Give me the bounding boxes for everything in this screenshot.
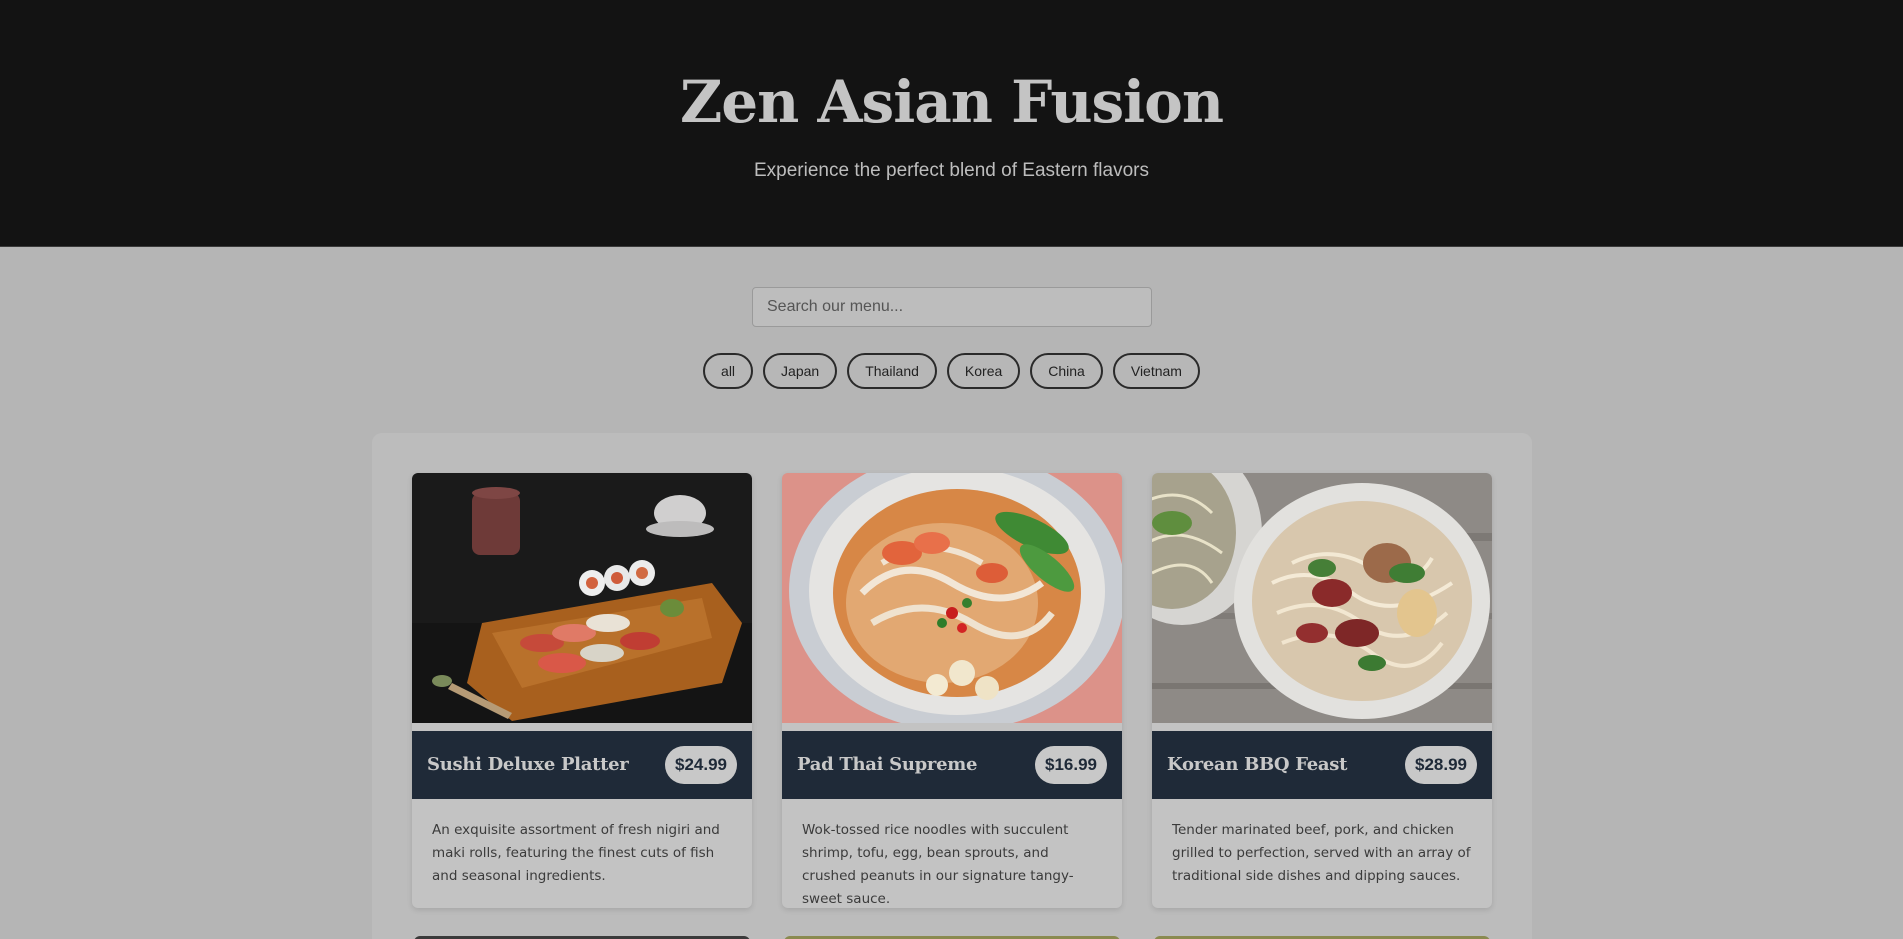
filter-all-button[interactable]: all [703,353,754,389]
filter-vietnam-button[interactable]: Vietnam [1112,353,1200,389]
restaurant-tagline: Experience the perfect blend of Eastern … [753,160,1149,181]
dish-description: Tender marinated beef, pork, and chicken… [1172,822,1471,884]
price-badge: $24.99 [665,746,737,784]
dish-title: Korean BBQ Feast [1167,754,1348,775]
menu-card-korean-bbq[interactable]: Korean BBQ Feast $28.99 Tender marinated… [1152,473,1492,908]
filter-japan-button[interactable]: Japan [763,353,838,389]
menu-card-header: Sushi Deluxe Platter $24.99 [412,731,752,799]
menu-card-header: Korean BBQ Feast $28.99 [1152,731,1492,799]
menu-search-input[interactable] [752,287,1152,327]
sushi-platter-photo [412,473,752,723]
menu-card-pad-thai[interactable]: Pad Thai Supreme $16.99 Wok-tossed rice … [782,473,1122,908]
filter-thailand-button[interactable]: Thailand [847,353,937,389]
noodle-soup-photo [782,473,1122,723]
dish-title: Sushi Deluxe Platter [427,754,629,775]
menu-card-header: Pad Thai Supreme $16.99 [782,731,1122,799]
filter-china-button[interactable]: China [1030,353,1103,389]
hero-banner: Zen Asian Fusion Experience the perfect … [0,0,1903,247]
dish-description: Wok-tossed rice noodles with succulent s… [802,822,1074,907]
price-badge: $16.99 [1035,746,1107,784]
menu-card-sushi[interactable]: Sushi Deluxe Platter $24.99 An exquisite… [412,473,752,908]
beef-noodle-bowl-photo [1152,473,1492,723]
dish-description: An exquisite assortment of fresh nigiri … [432,822,720,884]
country-filter-bar: all Japan Thailand Korea China Vietnam [0,353,1903,389]
price-badge: $28.99 [1405,746,1477,784]
filter-korea-button[interactable]: Korea [946,353,1021,389]
menu-grid: Sushi Deluxe Platter $24.99 An exquisite… [372,433,1532,939]
restaurant-title: Zen Asian Fusion [679,68,1224,136]
dish-title: Pad Thai Supreme [797,754,978,775]
